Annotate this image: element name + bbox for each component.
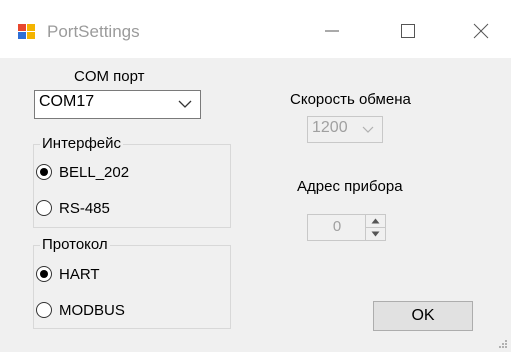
radio-button[interactable] xyxy=(36,200,52,216)
window-app-icon xyxy=(18,24,35,39)
radio-button-checked[interactable] xyxy=(36,164,52,180)
device-address-value: 0 xyxy=(332,218,342,235)
radio-bell202-label: BELL_202 xyxy=(59,163,130,181)
chevron-down-icon xyxy=(362,126,374,133)
radio-bell202[interactable]: BELL_202 xyxy=(36,162,129,182)
radio-modbus-label: MODBUS xyxy=(59,301,125,319)
close-icon xyxy=(473,23,489,39)
baud-rate-dropdown[interactable]: 1200 xyxy=(307,116,383,143)
maximize-icon xyxy=(401,24,415,38)
dialog-client-area: COM порт COM17 Интерфейс BELL_202 RS-485… xyxy=(0,58,511,352)
radio-hart-label: HART xyxy=(59,265,100,283)
radio-rs485-label: RS-485 xyxy=(59,199,110,217)
radio-modbus[interactable]: MODBUS xyxy=(36,300,125,320)
maximize-button[interactable] xyxy=(393,18,423,44)
baud-rate-label: Скорость обмена xyxy=(290,91,411,108)
protocol-group-title: Протокол xyxy=(40,236,110,253)
resize-grip-icon[interactable] xyxy=(498,339,508,349)
stepper-spin-buttons xyxy=(365,215,385,240)
radio-button[interactable] xyxy=(36,302,52,318)
minimize-button[interactable] xyxy=(317,18,347,44)
com-port-dropdown[interactable]: COM17 xyxy=(34,90,201,119)
arrow-up-icon xyxy=(371,218,380,224)
device-address-label: Адрес прибора xyxy=(297,178,403,195)
baud-rate-value: 1200 xyxy=(312,119,348,136)
window-title: PortSettings xyxy=(47,22,140,41)
ok-button[interactable]: OK xyxy=(373,301,473,331)
stepper-down-button[interactable] xyxy=(366,228,385,241)
interface-group-title: Интерфейс xyxy=(40,135,124,152)
arrow-down-icon xyxy=(371,231,380,236)
chevron-down-icon xyxy=(178,100,192,108)
close-button[interactable] xyxy=(466,18,496,44)
com-port-label: COM порт xyxy=(74,68,145,85)
radio-hart[interactable]: HART xyxy=(36,264,100,284)
title-bar[interactable]: PortSettings xyxy=(0,0,511,58)
com-port-value: COM17 xyxy=(39,93,95,110)
minimize-icon xyxy=(325,30,339,32)
radio-button-checked[interactable] xyxy=(36,266,52,282)
radio-rs485[interactable]: RS-485 xyxy=(36,198,110,218)
stepper-up-button[interactable] xyxy=(366,215,385,228)
device-address-stepper[interactable]: 0 xyxy=(307,214,386,241)
